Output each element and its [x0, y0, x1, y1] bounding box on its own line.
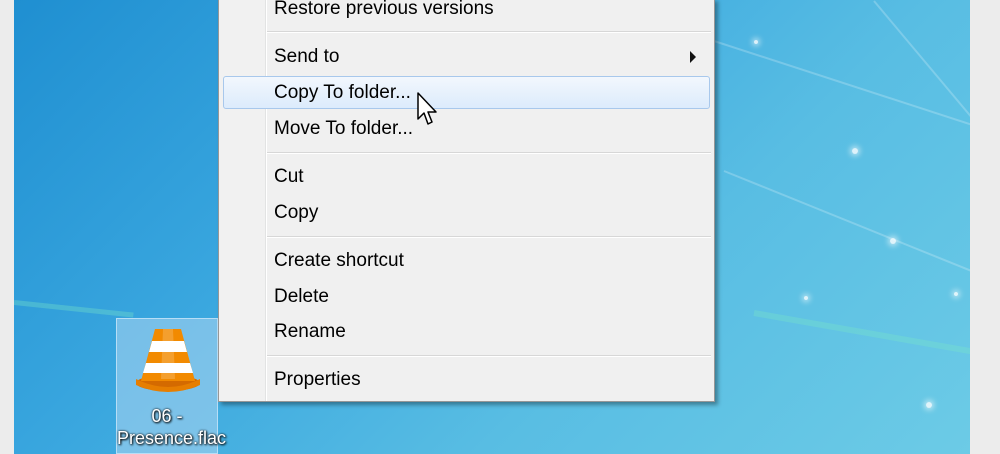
- desktop-file-label: 06 - Presence.flac: [117, 405, 227, 449]
- menu-item-label: Send to: [274, 46, 340, 67]
- light-streak: [713, 40, 970, 141]
- sparkle: [926, 402, 932, 408]
- light-streak: [873, 0, 970, 125]
- menu-item-label: Rename: [274, 321, 346, 342]
- menu-item-send-to[interactable]: Send to: [223, 40, 710, 73]
- menu-separator: [267, 355, 711, 357]
- light-streak: [723, 170, 970, 292]
- window-frame-right: [970, 0, 1000, 454]
- menu-item-rename[interactable]: Rename: [223, 315, 710, 348]
- menu-item-label: Delete: [274, 286, 329, 307]
- menu-item-copy[interactable]: Copy: [223, 196, 710, 229]
- menu-item-label: Copy: [274, 202, 319, 223]
- sparkle: [852, 148, 858, 154]
- desktop-file-label-line2: Presence.flac: [117, 428, 227, 448]
- sparkle: [754, 40, 758, 44]
- menu-item-restore-previous-versions[interactable]: Restore previous versions: [223, 0, 710, 25]
- sparkle: [890, 238, 896, 244]
- menu-separator: [267, 152, 711, 154]
- menu-item-label: Cut: [274, 166, 304, 187]
- vlc-cone-icon: [136, 329, 200, 392]
- menu-item-create-shortcut[interactable]: Create shortcut: [223, 244, 710, 277]
- menu-item-label: Create shortcut: [274, 250, 404, 271]
- menu-item-delete[interactable]: Delete: [223, 280, 710, 313]
- desktop-file-label-line1: 06 -: [151, 406, 183, 426]
- context-menu: Restore previous versions Send to Copy T…: [218, 0, 715, 402]
- window-frame-left: [0, 0, 14, 454]
- menu-item-label: Copy To folder...: [274, 82, 411, 103]
- light-streak: [14, 300, 134, 318]
- menu-item-label: Properties: [274, 369, 361, 390]
- desktop-file-icon[interactable]: 06 - Presence.flac: [116, 318, 227, 454]
- menu-separator: [267, 31, 711, 33]
- menu-item-properties[interactable]: Properties: [223, 363, 710, 396]
- menu-item-move-to-folder[interactable]: Move To folder...: [223, 112, 710, 145]
- menu-item-copy-to-folder[interactable]: Copy To folder...: [223, 76, 710, 109]
- mouse-pointer-icon: [417, 92, 437, 125]
- menu-separator: [267, 236, 711, 238]
- menu-item-label: Restore previous versions: [274, 0, 494, 19]
- submenu-arrow-icon: [690, 51, 696, 63]
- sparkle: [954, 292, 958, 296]
- sparkle: [804, 296, 808, 300]
- light-streak: [753, 310, 970, 362]
- menu-item-label: Move To folder...: [274, 118, 414, 139]
- menu-item-cut[interactable]: Cut: [223, 160, 710, 193]
